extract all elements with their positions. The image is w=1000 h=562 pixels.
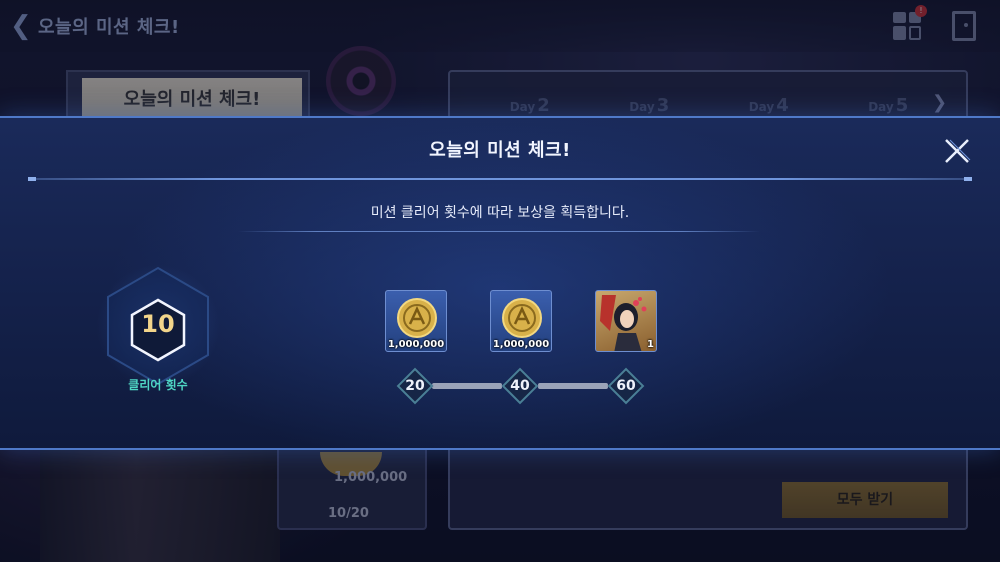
reward-quantity: 1 [647, 339, 654, 350]
milestone-label: 40 [510, 378, 530, 394]
reward-item-coin-1[interactable]: 1,000,000 [385, 290, 447, 352]
description-divider [238, 231, 760, 232]
modal-description: 미션 클리어 횟수에 따라 보상을 획득합니다. [370, 205, 630, 221]
milestone-60: 60 [607, 367, 645, 405]
reward-item-coin-2[interactable]: 1,000,000 [490, 290, 552, 352]
mission-reward-modal: 오늘의 미션 체크! 미션 클리어 횟수에 따라 보상을 획득합니다. 10 클… [0, 116, 1000, 450]
clear-count-label: 클리어 횟수 [128, 378, 188, 392]
reward-quantity: 1,000,000 [492, 339, 550, 350]
reward-quantity: 1,000,000 [387, 339, 445, 350]
title-divider [28, 177, 972, 181]
milestone-label: 60 [616, 378, 636, 394]
close-icon [945, 139, 971, 163]
close-button[interactable] [940, 136, 974, 166]
milestone-track [432, 383, 502, 389]
clear-count-value: 10 [141, 310, 175, 338]
modal-title: 오늘의 미션 체크! [429, 140, 571, 161]
milestone-20: 20 [396, 367, 434, 405]
reward-item-character[interactable]: 1 [595, 290, 657, 352]
milestone-label: 20 [405, 378, 425, 394]
milestone-40: 40 [501, 367, 539, 405]
milestone-track [538, 383, 608, 389]
